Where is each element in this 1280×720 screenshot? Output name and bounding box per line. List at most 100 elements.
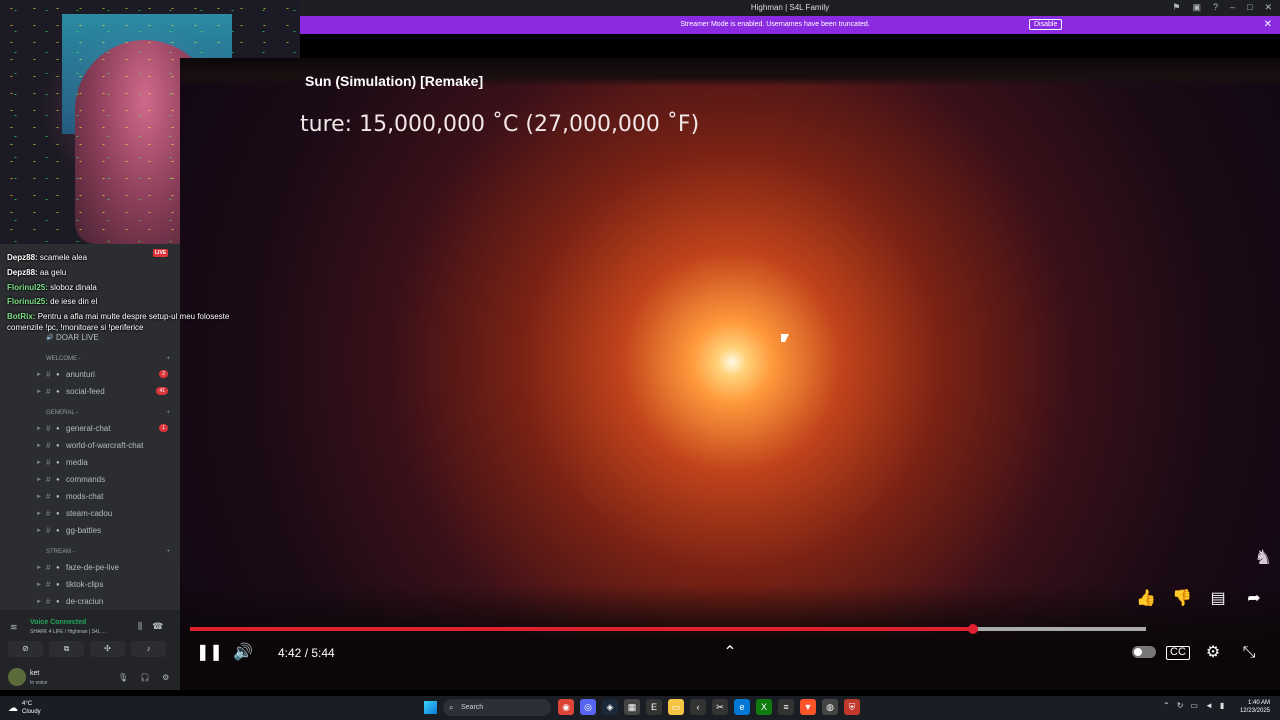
chat-text: de iese din el bbox=[50, 297, 98, 306]
channel-item[interactable]: ► # ● anunturi 2 bbox=[36, 367, 176, 382]
chat-text: scamele alea bbox=[39, 253, 88, 262]
hash-icon: # bbox=[46, 458, 51, 467]
taskbar-search[interactable]: ⌕ Search bbox=[443, 699, 551, 716]
comment-icon[interactable]: ▤ bbox=[1207, 588, 1229, 610]
chevron-right-icon[interactable]: ► bbox=[36, 443, 46, 449]
activities-icon[interactable]: ✣ bbox=[90, 641, 125, 657]
progress-knob[interactable] bbox=[967, 624, 978, 634]
brave-icon[interactable]: ▼ bbox=[800, 699, 816, 715]
chevron-right-icon[interactable]: ► bbox=[36, 494, 46, 500]
category-header[interactable]: GENERAL - + bbox=[46, 410, 176, 416]
channel-item[interactable]: ► # ● world-of-warcraft-chat bbox=[36, 438, 176, 453]
close-icon[interactable]: ✕ bbox=[1264, 2, 1272, 13]
user-controls: 🎙 🎧 ⚙ bbox=[118, 673, 169, 682]
category-name: GENERAL - bbox=[46, 410, 79, 416]
screen-share-icon[interactable]: ⧉ bbox=[49, 641, 84, 657]
steam-icon[interactable]: ◈ bbox=[602, 699, 618, 715]
channel-item[interactable]: ► # ● social-feed 41 bbox=[36, 384, 176, 399]
channel-item[interactable]: ► # ● general-chat 1 bbox=[36, 421, 176, 436]
category-header[interactable]: STREAM - + bbox=[46, 549, 176, 555]
channel-item[interactable]: ► # ● commands bbox=[36, 472, 176, 487]
microphone-icon[interactable]: 🎙 bbox=[118, 673, 128, 682]
weather-widget[interactable]: ☁ 4°C Cloudy bbox=[8, 700, 41, 716]
user-settings-icon[interactable]: ⚙ bbox=[162, 673, 169, 682]
chevron-right-icon[interactable]: ► bbox=[36, 460, 46, 466]
windows-start-icon[interactable] bbox=[424, 701, 437, 714]
chevron-up-icon[interactable]: ⌃ bbox=[1163, 701, 1170, 710]
disable-button[interactable]: Disable bbox=[1029, 19, 1063, 30]
chevron-right-icon[interactable]: ► bbox=[36, 565, 46, 571]
channel-item[interactable]: ► # ● tiktok-clips bbox=[36, 577, 176, 592]
channel-label: media bbox=[66, 458, 88, 467]
speaker-icon[interactable]: ◄ bbox=[1205, 701, 1213, 710]
monitor-icon[interactable]: ▣ bbox=[1192, 2, 1201, 13]
channel-label: anunturi bbox=[66, 370, 95, 379]
chat-username[interactable]: Depz88: bbox=[7, 268, 38, 277]
disconnect-icon[interactable]: ☎ bbox=[152, 621, 163, 632]
category-header[interactable]: WELCOME - + bbox=[46, 356, 176, 362]
chevron-right-icon[interactable]: ► bbox=[36, 582, 46, 588]
banner-close-icon[interactable]: ✕ bbox=[1264, 19, 1272, 30]
channel-item[interactable]: ► # ● faze-de-pe-live bbox=[36, 560, 176, 575]
chevron-right-icon[interactable]: ► bbox=[36, 372, 46, 378]
chrome-icon[interactable]: ◉ bbox=[558, 699, 574, 715]
add-channel-icon[interactable]: + bbox=[166, 549, 170, 555]
app-icon[interactable]: ≡ bbox=[778, 699, 794, 715]
video-progress-bar[interactable] bbox=[190, 624, 1146, 634]
back-icon[interactable]: ‹ bbox=[690, 699, 706, 715]
chevron-up-icon[interactable]: ⌃ bbox=[720, 640, 740, 666]
edge-icon[interactable]: e bbox=[734, 699, 750, 715]
noise-icon[interactable]: ⫼ bbox=[138, 621, 142, 632]
channel-item[interactable]: ► # ● de-craciun bbox=[36, 594, 176, 609]
flag-icon[interactable]: ⚑ bbox=[1172, 2, 1180, 13]
calculator-icon[interactable]: ▦ bbox=[624, 699, 640, 715]
add-channel-icon[interactable]: + bbox=[166, 356, 170, 362]
obs-icon[interactable]: ◍ bbox=[822, 699, 838, 715]
dislike-icon[interactable]: 👎 bbox=[1171, 588, 1193, 610]
avatar[interactable] bbox=[8, 668, 26, 686]
capcut-icon[interactable]: ✂ bbox=[712, 699, 728, 715]
taskbar-clock[interactable]: 1:40 AM 12/23/2025 bbox=[1240, 699, 1270, 715]
chevron-right-icon[interactable]: ► bbox=[36, 389, 46, 395]
pause-icon[interactable]: ❚❚ bbox=[196, 640, 223, 666]
exit-fullscreen-icon[interactable]: ⤡ bbox=[1238, 640, 1260, 666]
chevron-right-icon[interactable]: ► bbox=[36, 426, 46, 432]
minimize-icon[interactable]: – bbox=[1230, 2, 1235, 13]
camera-off-icon[interactable]: ⊘ bbox=[8, 641, 43, 657]
volume-icon[interactable]: 🔊 bbox=[232, 640, 254, 666]
xbox-icon[interactable]: X bbox=[756, 699, 772, 715]
channel-item[interactable]: ► # ● mods-chat bbox=[36, 489, 176, 504]
like-icon[interactable]: 👍 bbox=[1135, 588, 1157, 610]
battery-icon[interactable]: ▮ bbox=[1220, 701, 1224, 710]
chevron-right-icon[interactable]: ► bbox=[36, 511, 46, 517]
help-icon[interactable]: ? bbox=[1213, 2, 1218, 13]
channel-item[interactable]: ► # ● gg-battles bbox=[36, 523, 176, 538]
chat-username[interactable]: Florinul25: bbox=[7, 283, 48, 292]
weather-desc: Cloudy bbox=[22, 709, 41, 715]
category-name: WELCOME - bbox=[46, 356, 81, 362]
folder-icon[interactable]: ▭ bbox=[668, 699, 684, 715]
share-icon[interactable]: ➦ bbox=[1243, 588, 1265, 610]
soundboard-icon[interactable]: ♪ bbox=[131, 641, 166, 657]
chat-username[interactable]: BotRix: bbox=[7, 312, 35, 321]
chevron-right-icon[interactable]: ► bbox=[36, 599, 46, 605]
headphones-icon[interactable]: 🎧 bbox=[140, 673, 150, 682]
channel-item[interactable]: ► # ● steam-cadou bbox=[36, 506, 176, 521]
chevron-right-icon[interactable]: ► bbox=[36, 477, 46, 483]
epic-icon[interactable]: E bbox=[646, 699, 662, 715]
settings-gear-icon[interactable]: ⚙ bbox=[1202, 640, 1224, 666]
chevron-right-icon[interactable]: ► bbox=[36, 528, 46, 534]
channel-emoji-icon: ● bbox=[56, 510, 60, 517]
chat-username[interactable]: Florinul25: bbox=[7, 297, 48, 306]
sync-icon[interactable]: ↻ bbox=[1177, 701, 1184, 710]
autoplay-toggle[interactable] bbox=[1132, 646, 1156, 658]
network-icon[interactable]: ▭ bbox=[1190, 701, 1198, 710]
shield-icon[interactable]: ⛨ bbox=[844, 699, 860, 715]
add-channel-icon[interactable]: + bbox=[166, 410, 170, 416]
discord-icon[interactable]: ◎ bbox=[580, 699, 596, 715]
channel-item[interactable]: ► # ● media bbox=[36, 455, 176, 470]
maximize-icon[interactable]: □ bbox=[1247, 2, 1252, 13]
chat-username[interactable]: Depz88: bbox=[7, 253, 38, 262]
voice-channel-doar-live[interactable]: 🔊 DOAR LIVE bbox=[46, 330, 186, 345]
captions-icon[interactable]: CC bbox=[1166, 646, 1190, 660]
